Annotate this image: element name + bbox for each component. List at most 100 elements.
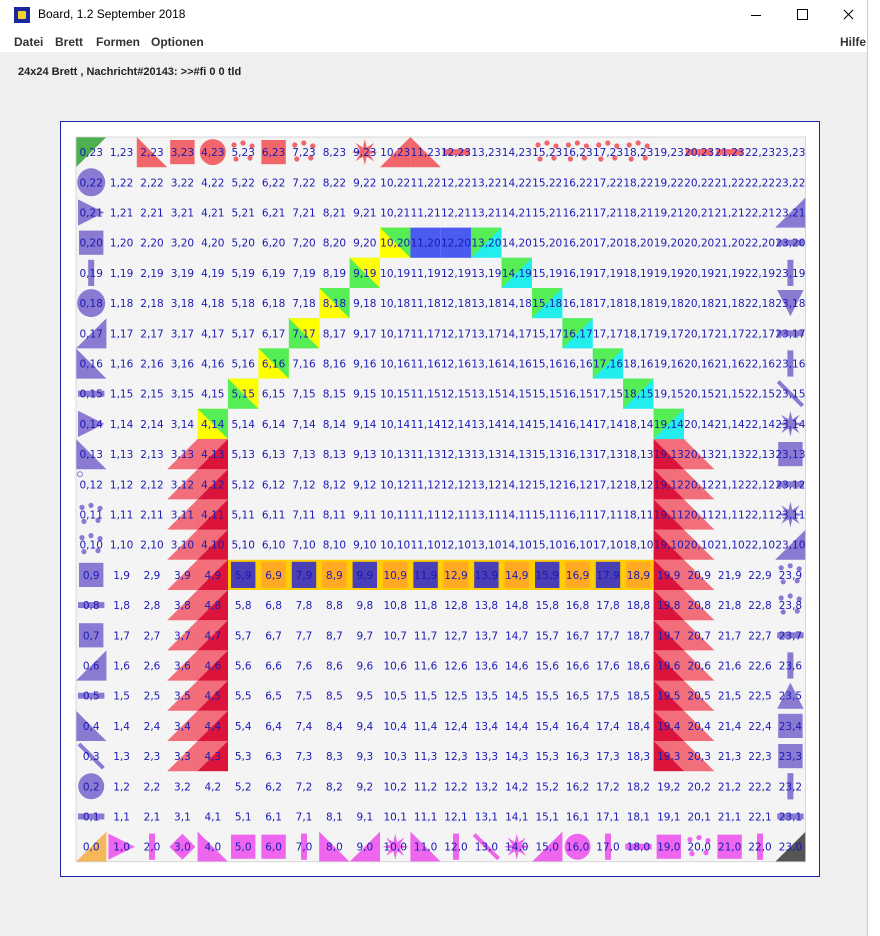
cell-coordinate-label: 10,19 (380, 268, 410, 280)
cell-coordinate-label: 14,10 (502, 540, 532, 552)
cell-coordinate-label: 7,12 (292, 479, 315, 491)
cell-coordinate-label: 12,8 (444, 600, 467, 612)
menu-formen[interactable]: Formen (96, 35, 140, 49)
cell-coordinate-label: 3,15 (171, 389, 194, 401)
cell-coordinate-label: 7,11 (292, 510, 315, 522)
cell-coordinate-label: 22,12 (745, 479, 775, 491)
cell-coordinate-label: 16,13 (563, 449, 593, 461)
cell-coordinate-label: 5,22 (232, 177, 255, 189)
menu-hilfe[interactable]: Hilfe (840, 35, 866, 49)
cell-coordinate-label: 23,16 (775, 359, 805, 371)
cell-coordinate-label: 15,21 (532, 208, 562, 220)
cell-coordinate-label: 0,19 (80, 268, 103, 280)
cell-coordinate-label: 4,20 (201, 238, 224, 250)
cell-coordinate-label: 9,12 (353, 479, 376, 491)
cell-coordinate-label: 13,12 (471, 479, 501, 491)
cell-coordinate-label: 20,8 (688, 600, 711, 612)
cell-coordinate-label: 23,13 (775, 449, 805, 461)
cell-coordinate-label: 0,3 (83, 751, 100, 763)
cell-coordinate-label: 5,5 (235, 691, 252, 703)
cell-coordinate-label: 13,17 (471, 328, 501, 340)
cell-coordinate-label: 5,20 (232, 238, 255, 250)
cell-coordinate-label: 2,18 (140, 298, 163, 310)
cell-coordinate-label: 1,15 (110, 389, 133, 401)
cell-coordinate-label: 23,22 (775, 177, 805, 189)
cell-coordinate-label: 0,12 (80, 479, 103, 491)
cell-coordinate-label: 9,15 (353, 389, 376, 401)
cell-coordinate-label: 6,22 (262, 177, 285, 189)
cell-coordinate-label: 7,1 (296, 812, 313, 824)
cell-coordinate-label: 7,3 (296, 751, 313, 763)
cell-coordinate-label: 3,20 (171, 238, 194, 250)
cell-coordinate-label: 4,12 (201, 479, 224, 491)
cell-coordinate-label: 19,17 (654, 328, 684, 340)
cell-coordinate-label: 16,18 (563, 298, 593, 310)
cell-coordinate-label: 21,10 (715, 540, 745, 552)
cell-coordinate-label: 9,4 (356, 721, 373, 733)
cell-coordinate-label: 20,10 (684, 540, 714, 552)
cell-coordinate-label: 10,8 (384, 600, 407, 612)
cell-coordinate-label: 13,18 (471, 298, 501, 310)
cell-coordinate-label: 1,9 (113, 570, 130, 582)
cell-coordinate-label: 22,5 (748, 691, 771, 703)
cell-coordinate-label: 1,22 (110, 177, 133, 189)
cell-coordinate-label: 2,16 (140, 359, 164, 371)
cell-coordinate-label: 13,3 (475, 751, 498, 763)
cell-coordinate-label: 6,10 (262, 540, 285, 552)
cell-coordinate-label: 11,21 (411, 208, 441, 220)
game-board[interactable]: 0,0 1,0 2,0 3,0 4,0 5,0 6,0 7,0 8,0 9,0 10,0 11,0 12… (61, 122, 819, 876)
cell-coordinate-label: 18,5 (627, 691, 650, 703)
cell-coordinate-label: 14,1 (505, 812, 528, 824)
cell-coordinate-label: 1,4 (113, 721, 130, 733)
cell-coordinate-label: 5,4 (235, 721, 252, 733)
cell-coordinate-label: 21,13 (715, 449, 745, 461)
board-frame: 0,0 1,0 2,0 3,0 4,0 5,0 6,0 7,0 8,0 9,0 10,0 11,0 12… (60, 121, 820, 877)
cell-coordinate-label: 19,11 (654, 510, 684, 522)
cell-coordinate-label: 2,20 (140, 238, 163, 250)
cell-coordinate-label: 20,3 (688, 751, 711, 763)
cell-coordinate-label: 11,9 (414, 570, 437, 582)
cell-coordinate-label: 18,19 (623, 268, 653, 280)
cell-coordinate-label: 23,9 (779, 570, 802, 582)
cell-coordinate-label: 20,12 (684, 479, 714, 491)
cell-coordinate-label: 0,22 (80, 177, 103, 189)
cell-coordinate-label: 15,19 (532, 268, 562, 280)
cell-coordinate-label: 20,15 (684, 389, 714, 401)
cell-coordinate-label: 23,7 (779, 630, 802, 642)
cell-coordinate-label: 9,20 (353, 238, 376, 250)
cell-coordinate-label: 4,8 (204, 600, 221, 612)
cell-coordinate-label: 10,4 (384, 721, 408, 733)
cell-coordinate-label: 7,15 (292, 389, 315, 401)
minimize-button[interactable] (733, 0, 779, 30)
cell-coordinate-label: 14,13 (502, 449, 532, 461)
cell-coordinate-label: 20,17 (684, 328, 714, 340)
close-button[interactable] (825, 0, 871, 30)
cell-coordinate-label: 12,14 (441, 419, 471, 431)
cell-coordinate-label: 11,2 (414, 781, 437, 793)
cell-coordinate-label: 20,23 (684, 147, 714, 159)
cell-coordinate-label: 10,0 (384, 842, 407, 854)
cell-coordinate-label: 1,20 (110, 238, 133, 250)
cell-coordinate-label: 0,14 (80, 419, 104, 431)
cell-coordinate-label: 15,12 (532, 479, 562, 491)
dot-shape (88, 533, 94, 539)
cell-coordinate-label: 18,7 (627, 630, 650, 642)
cell-coordinate-label: 5,18 (232, 298, 255, 310)
maximize-button[interactable] (779, 0, 825, 30)
menu-brett[interactable]: Brett (55, 35, 83, 49)
cell-coordinate-label: 15,14 (532, 419, 562, 431)
cell-coordinate-label: 7,9 (296, 570, 313, 582)
cell-coordinate-label: 8,10 (323, 540, 346, 552)
cell-coordinate-label: 0,6 (83, 661, 100, 673)
cell-coordinate-label: 21,16 (715, 359, 745, 371)
menu-optionen[interactable]: Optionen (151, 35, 204, 49)
cell-coordinate-label: 4,11 (201, 510, 224, 522)
cell-coordinate-label: 15,8 (536, 600, 559, 612)
cell-coordinate-label: 18,14 (623, 419, 653, 431)
cell-coordinate-label: 7,20 (292, 238, 315, 250)
cell-coordinate-label: 13,21 (471, 208, 501, 220)
menu-datei[interactable]: Datei (14, 35, 43, 49)
cell-coordinate-label: 14,8 (505, 600, 528, 612)
cell-coordinate-label: 13,11 (471, 510, 501, 522)
cell-coordinate-label: 17,19 (593, 268, 623, 280)
